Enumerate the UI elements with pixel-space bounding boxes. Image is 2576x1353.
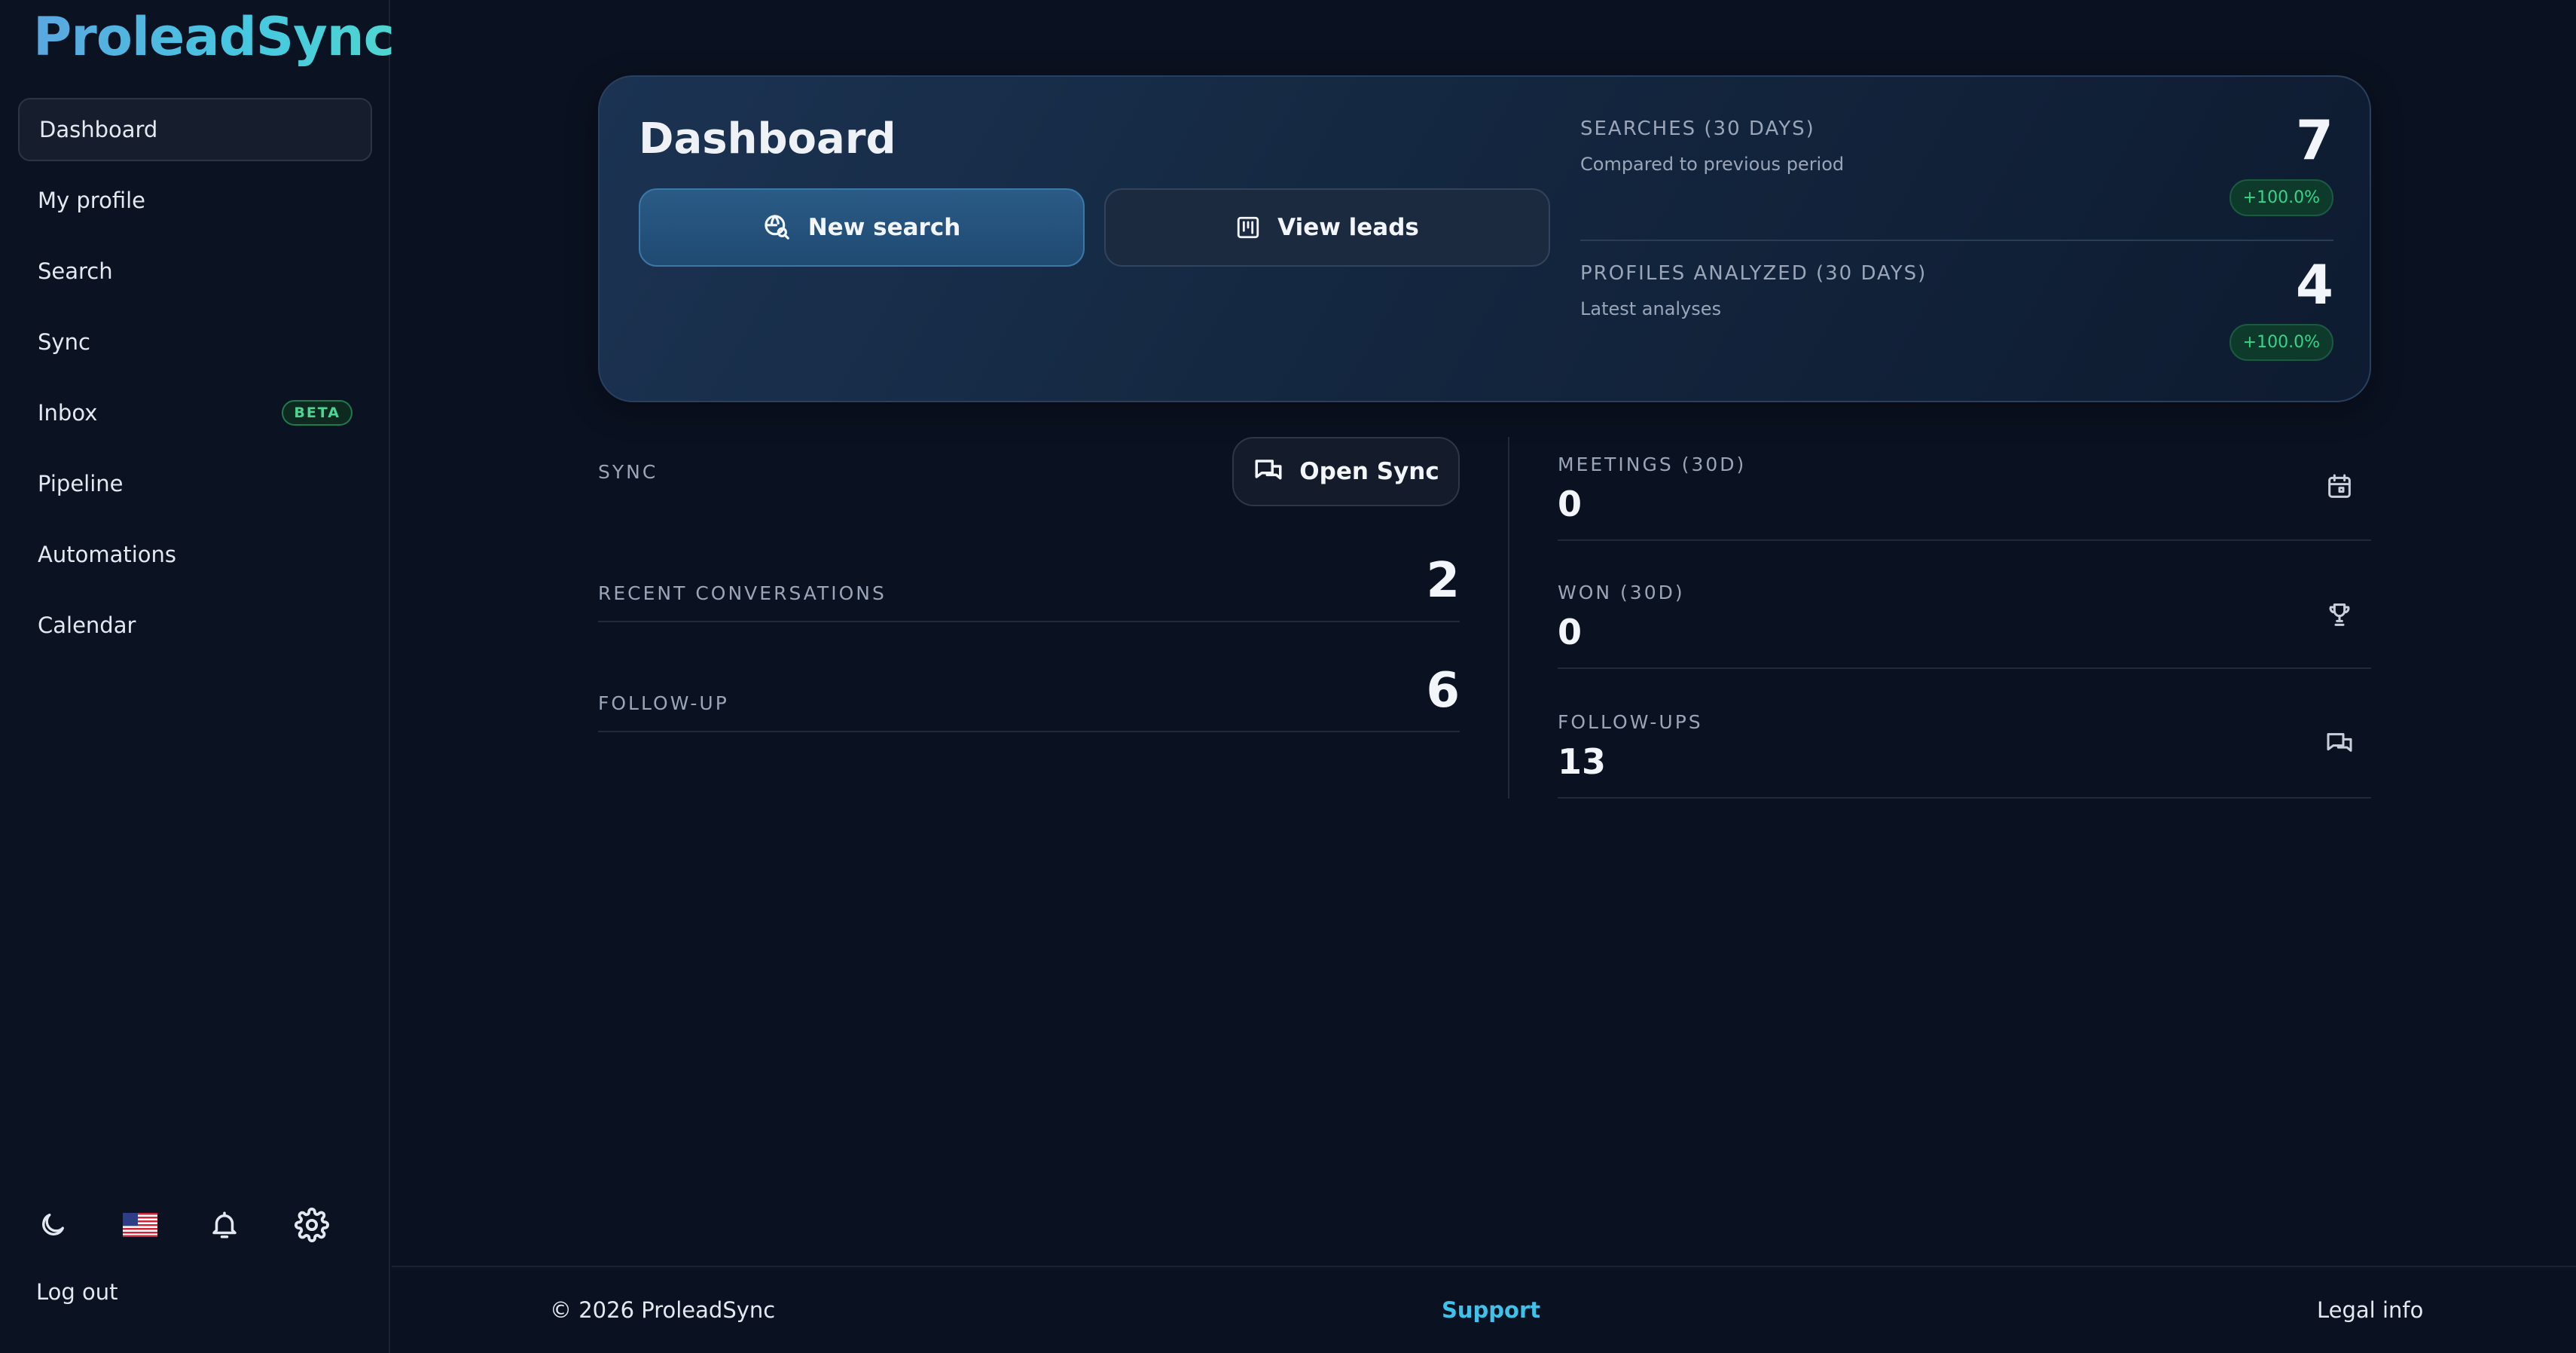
sync-section-label: SYNC: [598, 461, 658, 483]
language-button[interactable]: [119, 1204, 161, 1246]
support-link[interactable]: Support: [1442, 1297, 1540, 1323]
stat-subtitle: Compared to previous period: [1580, 154, 1845, 175]
sidebar-item-label: My profile: [38, 188, 146, 213]
follow-up-row: FOLLOW-UP 6: [598, 663, 1460, 732]
us-flag-icon: [123, 1213, 157, 1237]
stat-change-badge: +100.0%: [2229, 179, 2333, 216]
app-root: ProleadSync Dashboard My profile Search …: [0, 0, 2576, 1353]
copyright-text: © 2026 ProleadSync: [550, 1297, 776, 1323]
kpi-label: FOLLOW-UPS: [1558, 711, 1703, 733]
meetings-kpi: MEETINGS (30D) 0: [1558, 437, 2371, 541]
sidebar-item-dashboard[interactable]: Dashboard: [18, 98, 372, 161]
page-title: Dashboard: [639, 115, 896, 163]
won-kpi: WON (30D) 0: [1558, 565, 2371, 669]
kpi-label: WON (30D): [1558, 582, 1685, 603]
sidebar-item-label: Sync: [38, 329, 90, 355]
main-content: Dashboard New search View leads SEARCHES…: [392, 0, 2576, 1266]
stat-value: 4: [2295, 253, 2333, 316]
searches-stat: SEARCHES (30 DAYS) Compared to previous …: [1580, 108, 2333, 216]
follow-ups-kpi: FOLLOW-UPS 13: [1558, 695, 2371, 799]
kanban-icon: [1237, 216, 1259, 239]
view-leads-label: View leads: [1277, 214, 1419, 241]
kpi-value: 0: [1558, 484, 1583, 524]
open-sync-label: Open Sync: [1299, 458, 1439, 485]
kpi-label: MEETINGS (30D): [1558, 454, 1747, 475]
sidebar-item-label: Pipeline: [38, 471, 124, 496]
chat-icon: [2327, 733, 2352, 752]
sidebar-item-label: Search: [38, 258, 113, 284]
metric-label: FOLLOW-UP: [598, 692, 729, 714]
view-leads-button[interactable]: View leads: [1104, 188, 1550, 267]
recent-conversations-row: RECENT CONVERSATIONS 2: [598, 553, 1460, 622]
sidebar-item-label: Calendar: [38, 612, 136, 638]
logout-button[interactable]: Log out: [36, 1279, 118, 1305]
dashboard-hero-card: Dashboard New search View leads SEARCHES…: [598, 75, 2371, 402]
sidebar-tools: [32, 1204, 378, 1246]
sidebar-item-inbox[interactable]: Inbox BETA: [18, 381, 372, 444]
calendar-icon: [2328, 474, 2351, 498]
moon-icon: [42, 1214, 65, 1235]
metric-value: 6: [1426, 663, 1460, 719]
notifications-button[interactable]: [203, 1204, 246, 1246]
gear-icon: [295, 1208, 329, 1242]
sidebar-item-my-profile[interactable]: My profile: [18, 169, 372, 232]
profiles-analyzed-stat: PROFILES ANALYZED (30 DAYS) Latest analy…: [1580, 253, 2333, 361]
settings-button[interactable]: [291, 1204, 333, 1246]
app-logo[interactable]: ProleadSync: [33, 6, 395, 68]
sidebar-item-sync[interactable]: Sync: [18, 310, 372, 374]
stat-subtitle: Latest analyses: [1580, 298, 1722, 319]
sidebar-item-pipeline[interactable]: Pipeline: [18, 452, 372, 515]
stat-label: PROFILES ANALYZED (30 DAYS): [1580, 262, 1927, 285]
beta-badge: BETA: [282, 400, 353, 426]
sidebar-item-label: Inbox: [38, 400, 98, 426]
stat-change-badge: +100.0%: [2229, 324, 2333, 361]
trophy-icon: [2329, 603, 2350, 626]
column-divider: [1508, 437, 1509, 799]
chat-icon: [1255, 460, 1282, 480]
new-search-button[interactable]: New search: [639, 188, 1085, 267]
sidebar-item-automations[interactable]: Automations: [18, 523, 372, 586]
metric-value: 2: [1426, 553, 1460, 609]
theme-toggle-button[interactable]: [32, 1204, 74, 1246]
sidebar-item-label: Dashboard: [39, 117, 158, 142]
new-search-label: New search: [807, 214, 961, 241]
stat-value: 7: [2295, 108, 2333, 172]
sidebar-item-calendar[interactable]: Calendar: [18, 594, 372, 657]
legal-info-link[interactable]: Legal info: [2317, 1297, 2423, 1323]
sidebar-item-search[interactable]: Search: [18, 240, 372, 303]
metric-label: RECENT CONVERSATIONS: [598, 582, 887, 604]
kpi-value: 0: [1558, 612, 1583, 652]
sidebar-nav: Dashboard My profile Search Sync Inbox B…: [18, 98, 372, 664]
bell-icon: [212, 1211, 237, 1238]
kpi-value: 13: [1558, 741, 1607, 782]
stat-divider: [1580, 240, 2333, 241]
sidebar: ProleadSync Dashboard My profile Search …: [0, 0, 395, 1353]
open-sync-button[interactable]: Open Sync: [1232, 437, 1460, 506]
stat-label: SEARCHES (30 DAYS): [1580, 118, 1815, 140]
footer: © 2026 ProleadSync Support Legal info: [392, 1266, 2576, 1353]
globe-search-icon: [765, 215, 789, 240]
sidebar-item-label: Automations: [38, 542, 177, 567]
